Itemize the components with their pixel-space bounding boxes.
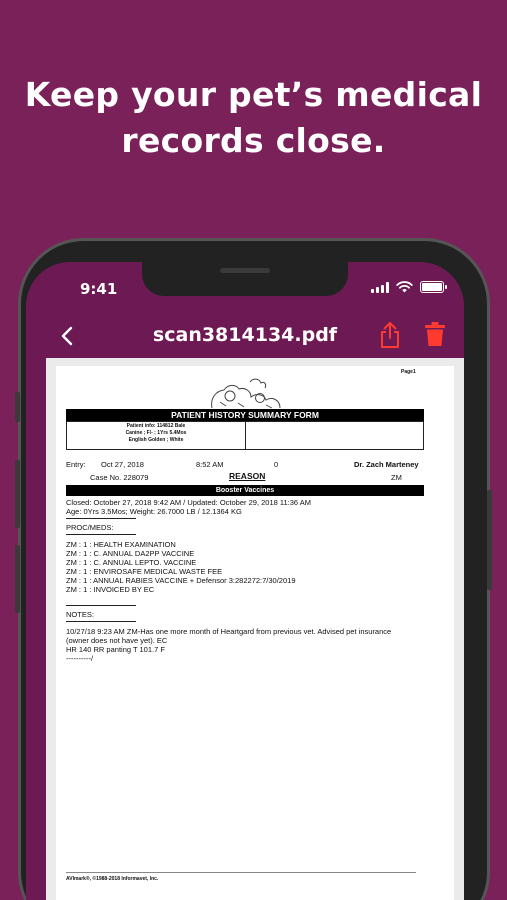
entry-label: Entry: <box>66 460 86 469</box>
note-line: (owner does not have yet). EC <box>66 636 168 645</box>
footer-divider <box>66 872 416 873</box>
power-button <box>487 490 492 590</box>
share-icon <box>381 322 399 348</box>
proc-med-item: ZM : 1 : HEALTH EXAMINATION <box>66 540 176 549</box>
status-icons <box>371 281 447 293</box>
case-number: Case No. 228079 <box>90 473 149 482</box>
divider <box>66 621 136 622</box>
speaker <box>220 268 270 273</box>
proc-med-item: ZM : 1 : ENVIROSAFE MEDICAL WASTE FEE <box>66 567 223 576</box>
footer-copyright: AVImark®, ©1988-2018 Informavet, Inc. <box>66 876 159 882</box>
divider <box>66 518 136 519</box>
delete-button[interactable] <box>424 321 446 351</box>
trash-icon <box>425 322 445 346</box>
proc-med-item: ZM : 1 : ANNUAL RABIES VACCINE + Defenso… <box>66 576 296 585</box>
volume-up-button <box>15 460 20 528</box>
proc-meds-label: PROC/MEDS: <box>66 523 114 532</box>
phone-screen: 9:41 scan3814134.pdf Page1 PATIENT HISTO… <box>26 262 464 900</box>
reason-value: Booster Vaccines <box>66 485 424 496</box>
owner-info-box <box>245 421 424 450</box>
page-label: Page1 <box>401 369 416 375</box>
entry-time: 8:52 AM <box>196 460 224 469</box>
proc-med-item: ZM : 1 : INVOICED BY EC <box>66 585 155 594</box>
mute-switch <box>15 392 20 422</box>
patient-info-line-2: Canine ; F/- ; 1Yrs 5.4Mos <box>125 430 187 436</box>
battery-icon <box>420 281 447 293</box>
reason-label: REASON <box>229 471 266 481</box>
volume-down-button <box>15 545 20 613</box>
pdf-viewer[interactable]: Page1 PATIENT HISTORY SUMMARY FORM Patie… <box>46 358 464 900</box>
closed-line: Closed: October 27, 2018 9:42 AM / Updat… <box>66 498 312 507</box>
entry-code: 0 <box>274 460 279 469</box>
notch <box>142 262 348 296</box>
proc-med-item: ZM : 1 : C. ANNUAL DA2PP VACCINE <box>66 549 195 558</box>
entry-date: Oct 27, 2018 <box>101 460 144 469</box>
patient-info-line-1: Patient info: 114812 Bale <box>126 423 186 429</box>
headline-line-1: Keep your pet’s medical <box>24 75 483 114</box>
note-line: ----------/ <box>66 654 94 663</box>
divider <box>66 605 136 606</box>
note-line: 10/27/18 9:23 AM ZM-Has one more month o… <box>66 627 392 636</box>
pets-logo-icon <box>211 378 281 409</box>
age-weight-line: Age: 0Yrs 3.5Mos; Weight: 26.7000 LB / 1… <box>66 507 242 516</box>
wifi-icon <box>396 281 413 293</box>
pdf-page: Page1 PATIENT HISTORY SUMMARY FORM Patie… <box>56 366 454 900</box>
headline: Keep your pet’s medical records close. <box>0 72 507 164</box>
divider <box>66 534 136 535</box>
note-line: HR 140 RR panting T 101.7 F <box>66 645 165 654</box>
cellular-signal-icon <box>371 281 389 293</box>
share-button[interactable] <box>379 321 401 353</box>
status-time: 9:41 <box>80 280 118 298</box>
doctor-name: Dr. Zach Marteney <box>354 460 419 469</box>
case-initials: ZM <box>391 473 402 482</box>
proc-med-item: ZM : 1 : C. ANNUAL LEPTO. VACCINE <box>66 558 197 567</box>
patient-info-line-3: English Golden ; White <box>128 437 184 443</box>
form-title: PATIENT HISTORY SUMMARY FORM <box>66 409 424 421</box>
notes-label: NOTES: <box>66 610 94 619</box>
headline-line-2: records close. <box>121 121 386 160</box>
